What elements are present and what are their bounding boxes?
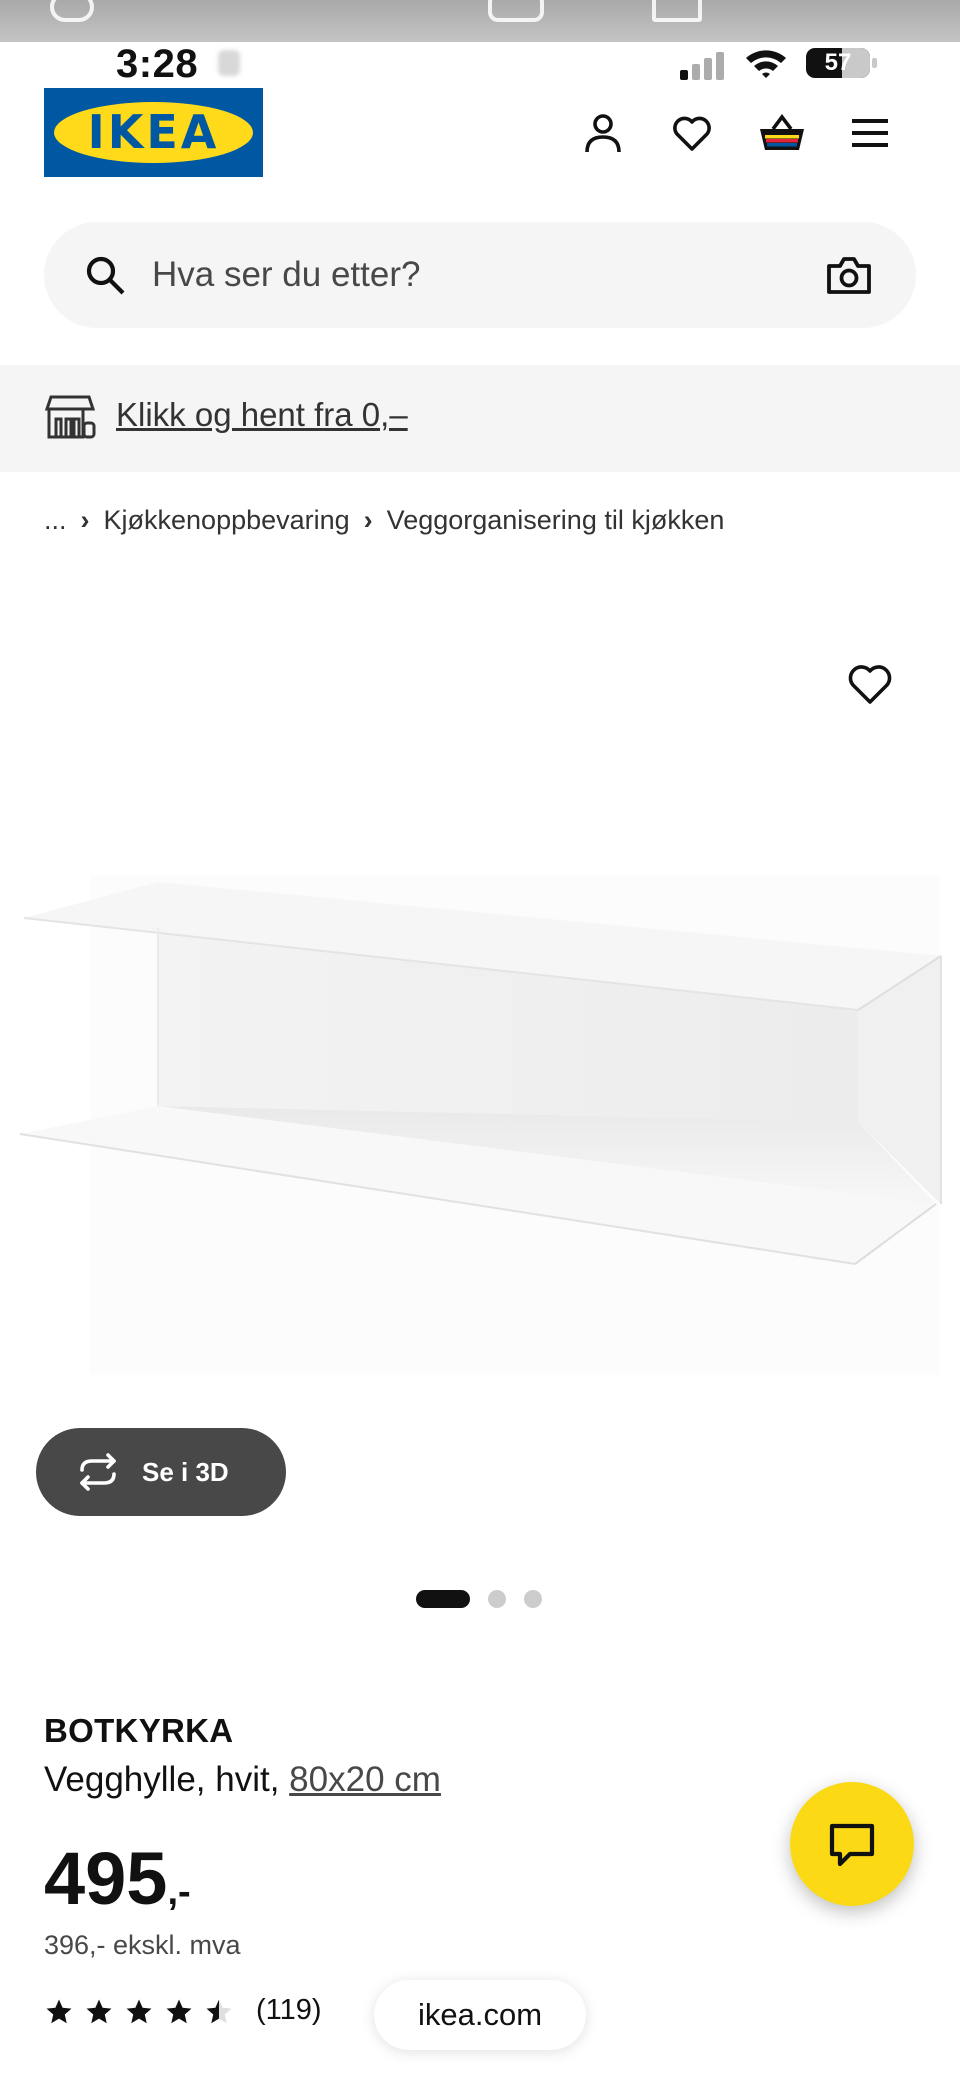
promo-link[interactable]: Klikk og hent fra 0,– [116,365,408,472]
product-price: 495,- [44,1836,191,1921]
chevron-right-icon: › [80,505,90,535]
store-pickup-icon [44,395,96,439]
breadcrumb: ... › Kjøkkenoppbevaring › Veggorganisering … [44,500,724,540]
pagination-dot-active[interactable] [416,1590,470,1608]
chat-bubble-icon [829,1823,875,1867]
site-header: IKEA ® [0,88,960,178]
chevron-right-icon: › [363,505,373,535]
search-placeholder: Hva ser du etter? [152,255,421,294]
star-icon [126,1999,152,2024]
breadcrumb-ellipsis[interactable]: ... [44,505,67,535]
battery-level: 57 [824,49,852,76]
price-suffix: ,- [167,1871,191,1913]
pagination-dot[interactable] [524,1590,542,1608]
status-time: 3:28 [116,42,199,86]
breadcrumb-kitchen-storage[interactable]: Kjøkkenoppbevaring [104,505,350,535]
cart-icon[interactable] [757,108,807,158]
globe-icon [50,0,94,22]
cellular-signal-icon [680,52,730,80]
view-in-3d-label: Se i 3D [142,1457,229,1487]
half-star-icon [206,1999,232,2024]
breadcrumb-kitchen-wall-organising[interactable]: Veggorganisering til kjøkken [387,505,725,535]
status-indicator [218,50,240,76]
favourite-heart-icon[interactable] [846,660,894,708]
shelf-image [19,875,942,1375]
star-icon [166,1999,192,2024]
status-bar: 3:28 57 [0,42,960,88]
product-name: BOTKYRKA [44,1712,234,1749]
price-ex-vat: 396,- ekskl. mva [44,1930,241,1960]
product-gallery[interactable]: Se i 3D [0,560,960,1620]
star-icon [46,1999,72,2024]
click-collect-banner[interactable]: Klikk og hent fra 0,– [0,365,960,472]
view-in-3d-button[interactable]: Se i 3D [36,1428,286,1516]
browser-url-bar[interactable]: ikea.com [374,1980,586,2050]
camera-icon[interactable] [826,252,872,298]
ikea-logo[interactable]: IKEA ® [44,88,263,177]
pagination-dot[interactable] [488,1590,506,1608]
truck-icon [488,0,544,22]
rating-stars[interactable] [44,1992,244,2032]
battery-icon: 57 [806,48,870,78]
product-description: Vegghylle, hvit, 80x20 cm [44,1760,441,1800]
price-value: 495 [44,1837,168,1920]
search-input[interactable]: Hva ser du etter? [44,222,916,328]
star-icon [86,1999,112,2024]
account-icon[interactable] [578,108,628,158]
logo-text: IKEA [87,105,220,159]
review-count[interactable]: (119) [256,1994,322,2027]
heart-icon[interactable] [667,108,717,158]
rotate-3d-icon [80,1453,116,1491]
product-size-link[interactable]: 80x20 cm [289,1760,441,1799]
product-type: Vegghylle, hvit, [44,1760,280,1799]
search-icon[interactable] [84,254,126,296]
store-icon [652,0,702,22]
menu-icon[interactable] [845,108,895,158]
wifi-icon [746,50,786,78]
chat-button[interactable] [790,1782,914,1906]
top-overlay-strip [0,0,960,42]
